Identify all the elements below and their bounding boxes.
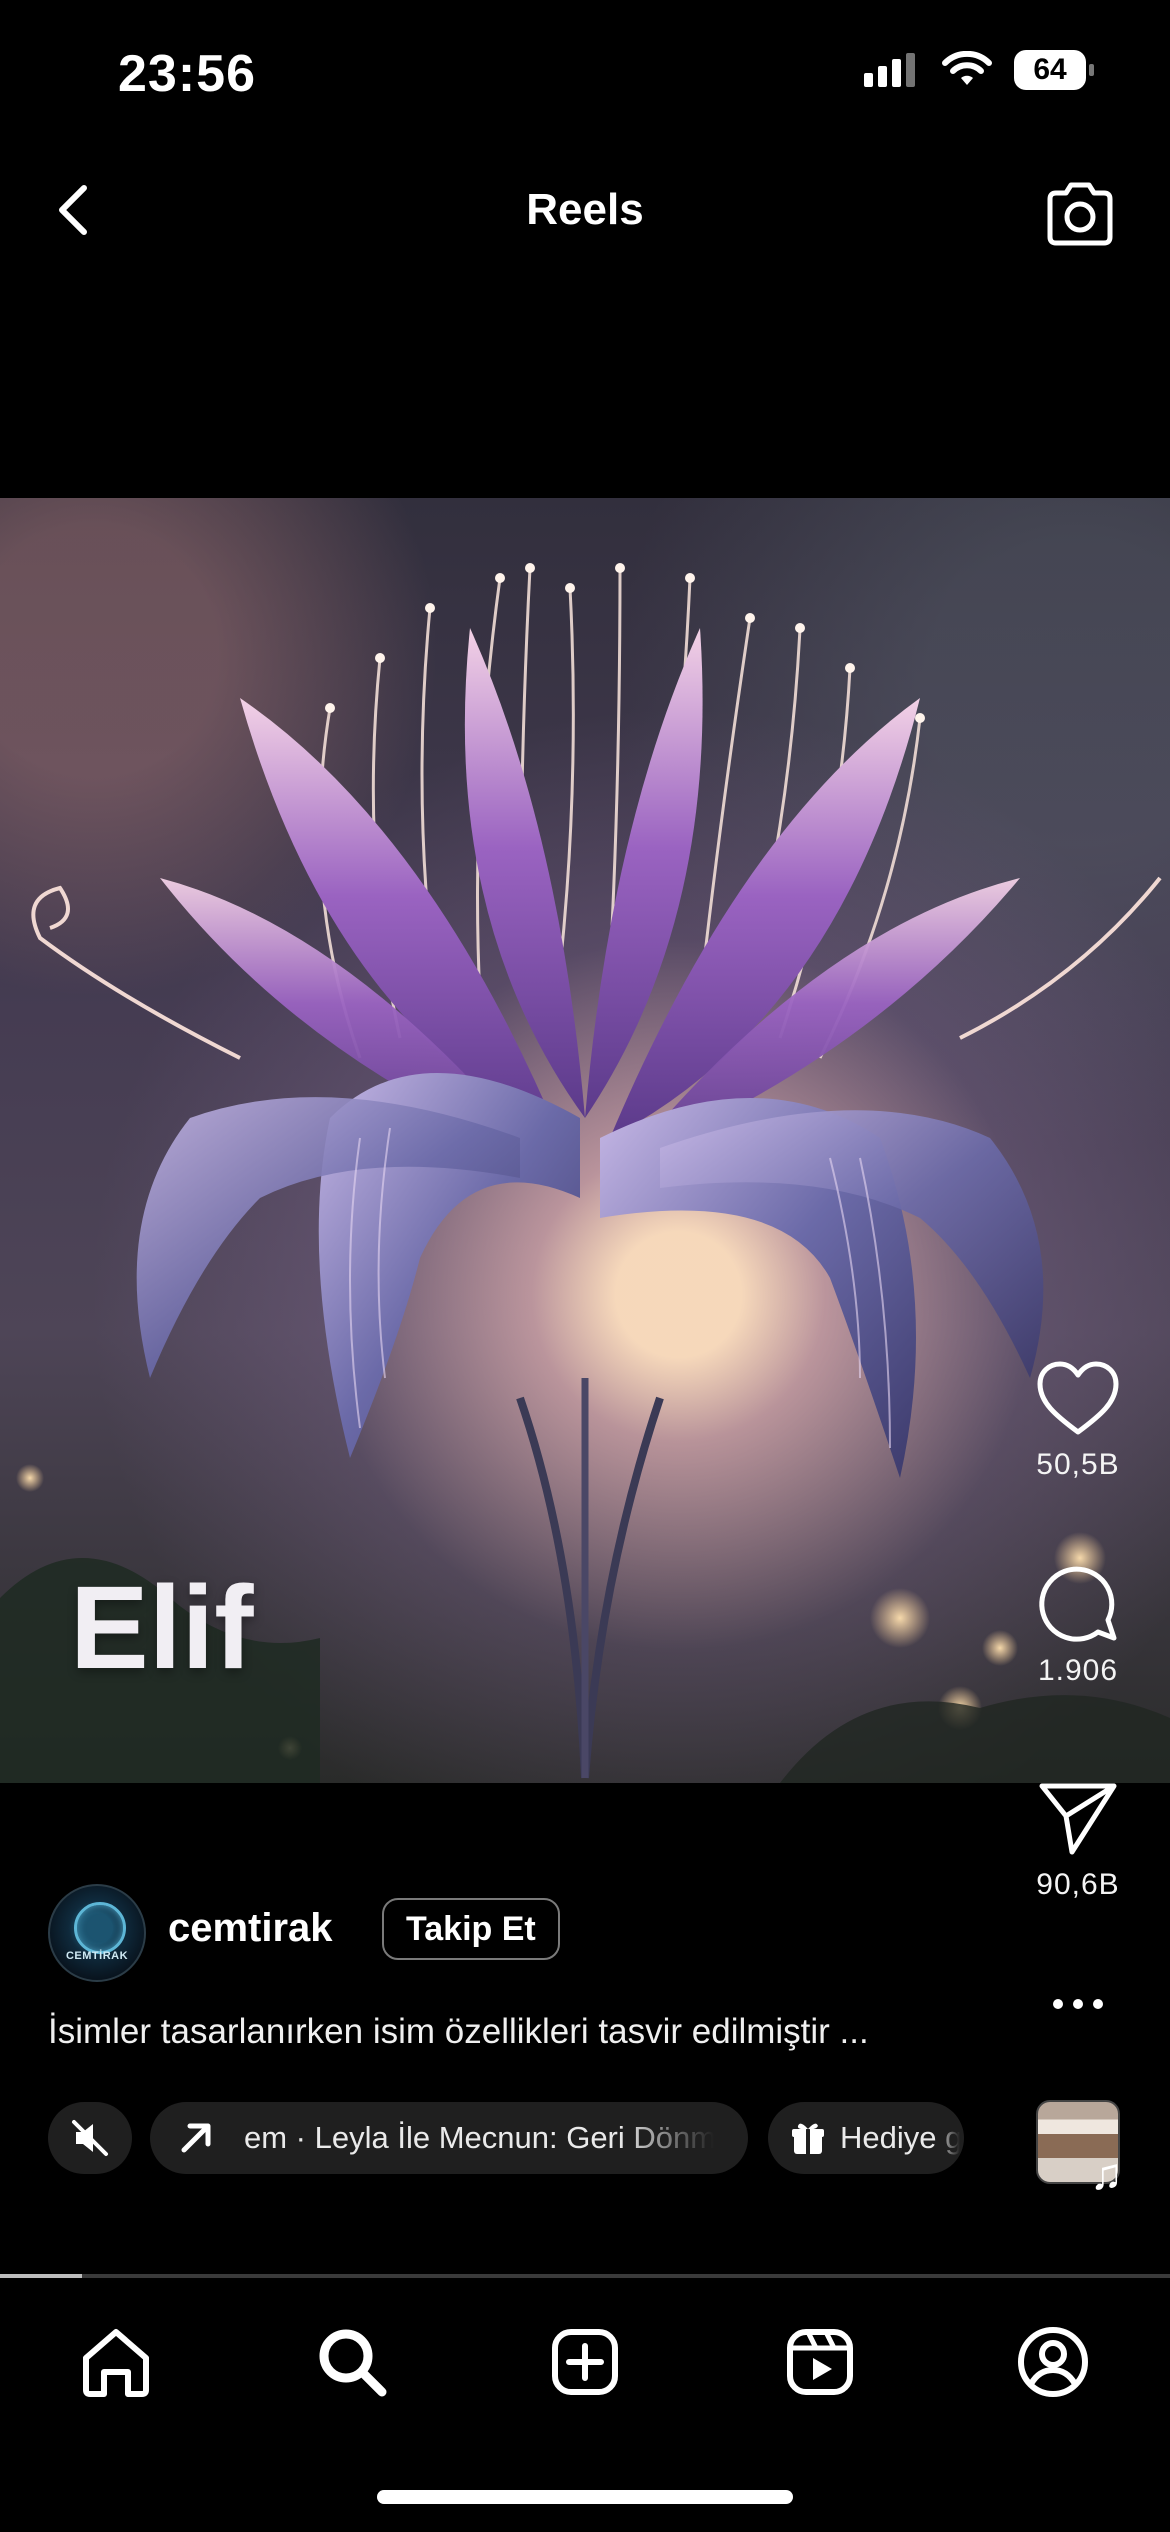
reels-icon[interactable] — [780, 2322, 860, 2402]
follow-button[interactable]: Takip Et — [382, 1898, 560, 1960]
cellular-signal-icon — [864, 53, 915, 87]
comment-bubble-icon[interactable] — [1036, 1560, 1120, 1644]
status-icons: 64 — [862, 50, 1094, 90]
profile-icon[interactable] — [1013, 2322, 1093, 2402]
share-count: 90,6B — [1036, 1868, 1120, 1901]
page-title: Reels — [526, 185, 644, 234]
bottom-tab-bar — [0, 2280, 1170, 2440]
avatar-text: CEMTİRAK — [65, 1950, 129, 1962]
reel-overlay-text: Elif — [70, 1562, 254, 1694]
speaker-muted-icon — [72, 2120, 108, 2156]
status-time: 23:56 — [118, 45, 256, 103]
reel-progress-fill — [0, 2274, 82, 2278]
create-post-icon[interactable] — [545, 2322, 625, 2402]
music-chip[interactable]: em · Leyla İle Mecnun: Geri Dönme — [150, 2102, 748, 2174]
wifi-icon — [942, 51, 992, 85]
like-count: 50,5B — [1036, 1448, 1120, 1481]
gift-icon — [792, 2123, 824, 2154]
heart-icon[interactable] — [1035, 1360, 1121, 1438]
share-action[interactable]: 90,6B — [1008, 1778, 1148, 1902]
like-action[interactable]: 50,5B — [1008, 1360, 1148, 1482]
home-indicator — [377, 2490, 793, 2504]
music-chip-label: em · Leyla İle Mecnun: Geri Dönme — [244, 2120, 714, 2155]
comment-count: 1.906 — [1037, 1654, 1119, 1687]
arrow-up-right-icon — [181, 2123, 211, 2153]
send-icon[interactable] — [1036, 1778, 1120, 1858]
avatar-emblem — [74, 1902, 126, 1954]
gift-chip[interactable]: Hediye g — [768, 2102, 964, 2174]
author-username[interactable]: cemtirak — [168, 1906, 333, 1951]
more-options-icon[interactable] — [1050, 1996, 1106, 2012]
camera-icon[interactable] — [1040, 175, 1120, 255]
reel-progress-track — [0, 2274, 1170, 2278]
author-avatar[interactable]: CEMTİRAK — [48, 1884, 146, 1982]
comment-action[interactable]: 1.906 — [1008, 1560, 1148, 1688]
home-icon[interactable] — [76, 2322, 156, 2402]
mute-toggle[interactable] — [48, 2102, 132, 2174]
gift-chip-label: Hediye g — [840, 2120, 960, 2155]
music-note-icon: ♫ — [1090, 2150, 1123, 2199]
reel-caption[interactable]: İsimler tasarlanırken isim özellikleri t… — [48, 2012, 1028, 2052]
search-icon[interactable] — [312, 2322, 392, 2402]
battery-indicator: 64 — [1014, 50, 1094, 90]
